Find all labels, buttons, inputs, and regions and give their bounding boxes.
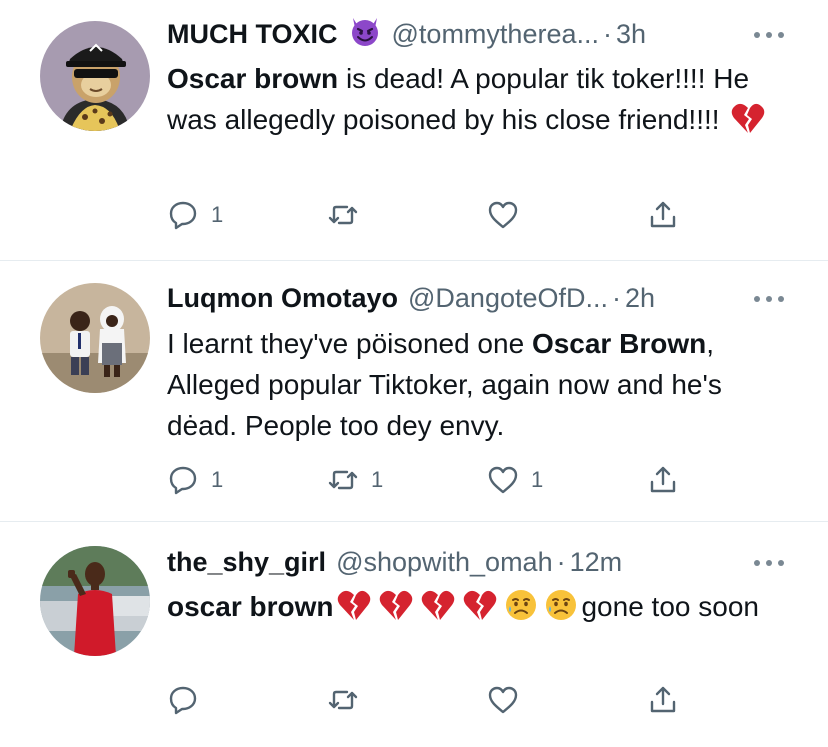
bold-name: Oscar Brown — [531, 328, 707, 359]
broken-heart-emoji — [336, 588, 372, 633]
display-name[interactable]: MUCH TOXIC — [167, 19, 338, 50]
share-button[interactable] — [647, 683, 679, 717]
retweet-icon — [328, 690, 358, 710]
reply-button[interactable]: 1 — [167, 198, 223, 232]
reply-count: 1 — [211, 467, 224, 492]
tweet-feed: MUCH TOXIC @tommytherea... · 3h Oscar br… — [0, 0, 828, 747]
sad-relieved-face-emoji — [544, 588, 578, 633]
tweet-text: Oscar brown is dead! A popular tik toker… — [167, 58, 777, 146]
reply-button[interactable]: 1 — [167, 463, 223, 497]
action-bar: 1 1 1 — [167, 463, 687, 497]
retweet-button[interactable] — [327, 683, 371, 717]
retweet-button[interactable] — [327, 198, 371, 232]
ape-avatar-image — [40, 21, 150, 131]
reply-icon — [169, 201, 197, 230]
more-options-icon[interactable] — [754, 30, 784, 40]
avatar[interactable] — [40, 283, 150, 393]
broken-heart-emoji — [730, 101, 766, 146]
handle[interactable]: @DangoteOfD... — [408, 283, 608, 314]
broken-heart-emoji — [462, 588, 498, 633]
children-photo-avatar — [40, 283, 150, 393]
broken-heart-emoji — [378, 588, 414, 633]
timestamp[interactable]: 3h — [616, 19, 646, 50]
bold-name: Oscar brown — [167, 63, 339, 94]
tweet-header: MUCH TOXIC @tommytherea... · 3h — [167, 16, 768, 52]
smiling-imp-emoji — [348, 14, 382, 55]
more-options-icon[interactable] — [754, 558, 784, 568]
share-icon — [650, 686, 676, 713]
separator-dot: · — [603, 18, 612, 49]
timestamp[interactable]: 12m — [570, 547, 623, 578]
heart-icon — [488, 201, 518, 229]
tweet-text: I learnt they've pöisoned one Oscar Brow… — [167, 323, 777, 446]
handle[interactable]: @shopwith_omah — [336, 547, 553, 578]
share-icon — [650, 201, 676, 228]
share-icon — [650, 466, 676, 493]
more-options-icon[interactable] — [754, 294, 784, 304]
display-name[interactable]: the_shy_girl — [167, 547, 326, 578]
like-button[interactable] — [487, 198, 531, 232]
handle[interactable]: @tommytherea... — [392, 19, 599, 50]
woman-photo-avatar — [40, 546, 150, 656]
avatar[interactable] — [40, 21, 150, 131]
tweet[interactable]: MUCH TOXIC @tommytherea... · 3h Oscar br… — [0, 0, 828, 261]
heart-icon — [488, 686, 518, 714]
reply-button[interactable] — [167, 683, 211, 717]
separator-dot: · — [556, 546, 566, 577]
retweet-count: 1 — [371, 467, 384, 492]
tweet-header: the_shy_girl @shopwith_omah · 12m — [167, 544, 768, 580]
avatar[interactable] — [40, 546, 150, 656]
heart-icon — [488, 466, 518, 494]
reply-icon — [169, 466, 197, 495]
bold-name: oscar brown — [167, 591, 334, 622]
reply-icon — [169, 686, 197, 715]
retweet-icon — [328, 205, 358, 225]
action-bar: 1 — [167, 198, 687, 232]
like-button[interactable] — [487, 683, 531, 717]
separator-dot: · — [612, 282, 621, 313]
tweet-text-segment: gone too soon — [581, 591, 759, 622]
tweet-text: oscar brown gone too soon — [167, 586, 777, 633]
share-button[interactable] — [647, 198, 679, 232]
like-count: 1 — [531, 467, 544, 492]
action-bar — [167, 683, 687, 717]
share-button[interactable] — [647, 463, 679, 497]
retweet-button[interactable]: 1 — [327, 463, 383, 497]
tweet-header: Luqmon Omotayo @DangoteOfD... · 2h — [167, 280, 768, 316]
display-name[interactable]: Luqmon Omotayo — [167, 283, 398, 314]
sad-relieved-face-emoji — [504, 588, 538, 633]
tweet-text-segment: I learnt they've pöisoned one — [167, 328, 532, 359]
retweet-icon — [328, 470, 358, 490]
like-button[interactable]: 1 — [487, 463, 543, 497]
reply-count: 1 — [211, 202, 224, 227]
broken-heart-emoji — [420, 588, 456, 633]
timestamp[interactable]: 2h — [625, 283, 655, 314]
